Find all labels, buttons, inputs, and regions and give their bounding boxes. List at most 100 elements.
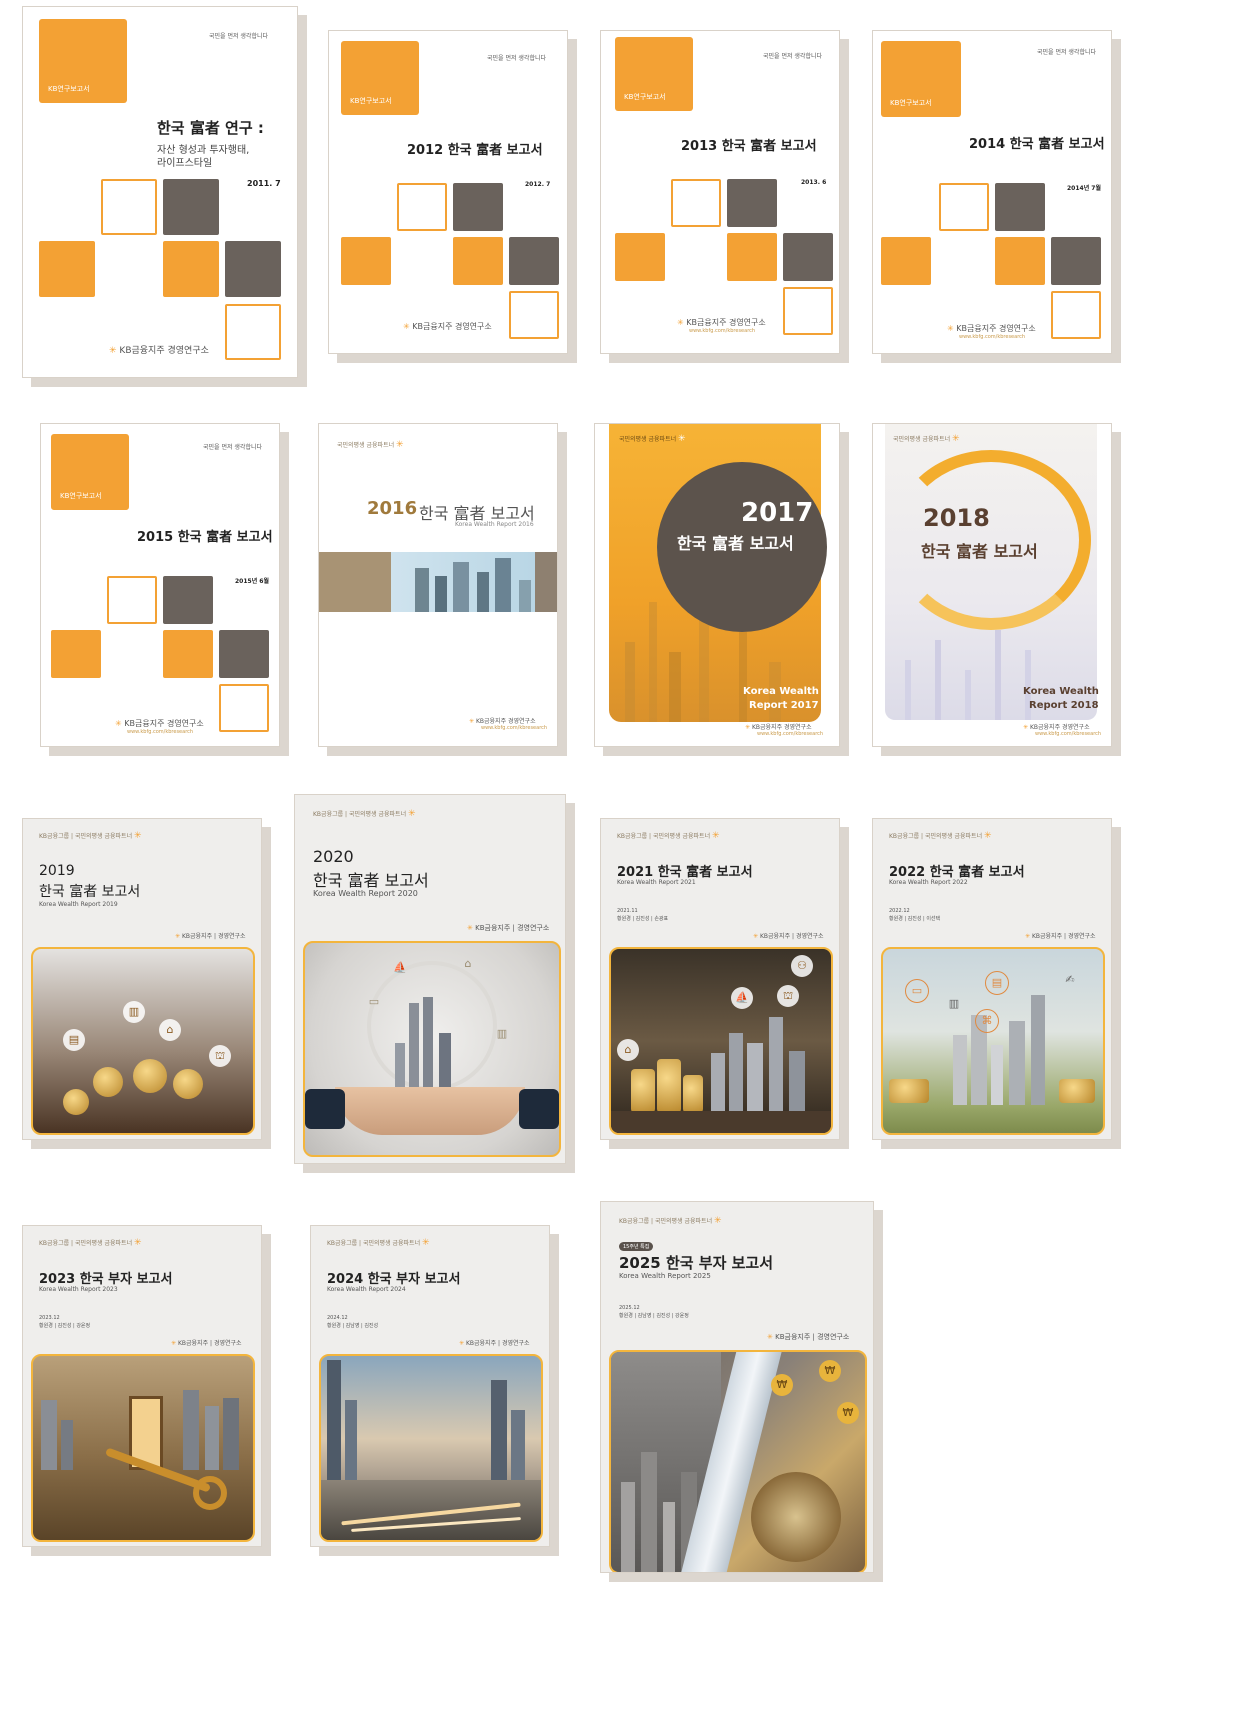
key-bow xyxy=(193,1476,227,1510)
kb-group-logo: KB금융그룹 | 국민의평생 금융파트너 ✳ xyxy=(39,831,142,841)
cover-photo-city-coins: ⌂ ⛫ ⛵ ⚇ xyxy=(609,947,833,1135)
won-coin-icon: ₩ xyxy=(837,1402,859,1424)
kb-institute-logo: ✳ KB금융지주 경영연구소 www.kbfg.com/kbresearch xyxy=(745,724,824,737)
kb-institute-logo: ✳ KB금융지주 경영연구소 www.kbfg.com/kbresearch xyxy=(1023,724,1102,737)
building xyxy=(991,1045,1003,1105)
report-cover-2017[interactable]: 국민의평생 금융파트너 ✳ 2017 한국 富者 보고서 Korea Wealt… xyxy=(594,423,840,747)
square-orange xyxy=(39,241,95,297)
cover-title: 2025 한국 부자 보고서 xyxy=(619,1254,774,1272)
cover-subtitle: Korea Wealth Report 2016 xyxy=(455,521,534,528)
kb-star-icon: ✳ xyxy=(767,1333,773,1341)
square-orange xyxy=(341,237,391,285)
report-cover-2019[interactable]: KB금융그룹 | 국민의평생 금융파트너 ✳ 2019 한국 富者 보고서 Ko… xyxy=(22,818,262,1140)
cover-title: 2014 한국 富者 보고서 xyxy=(969,137,1105,152)
bank-icon: ⛫ xyxy=(777,985,799,1007)
kb-star-icon: ✳ xyxy=(947,324,954,333)
building xyxy=(621,1482,635,1572)
building xyxy=(41,1400,57,1470)
cover-english-line2: Report 2018 xyxy=(1029,700,1099,711)
report-cover-2016[interactable]: 국민의평생 금융파트너 ✳ 2016 한국 富者 보고서 Korea Wealt… xyxy=(318,423,558,747)
square-dark xyxy=(163,179,219,235)
cover-photo-city-sketch: ▭ ▥ ⌘ ▤ ✍ xyxy=(881,947,1105,1135)
coin-stack xyxy=(133,1059,167,1093)
boat-icon: ⛵ xyxy=(393,961,407,974)
building xyxy=(519,580,531,612)
tower xyxy=(423,997,433,1093)
kb-star-icon: ✳ xyxy=(467,924,473,932)
tagline: 국민을 먼저 생각합니다 xyxy=(209,33,269,40)
coin-stack xyxy=(657,1059,681,1113)
report-cover-2012[interactable]: KB연구보고서 국민을 먼저 생각합니다 2012 한국 富者 보고서 2012… xyxy=(328,30,568,354)
kb-group-logo: KB금융그룹 | 국민의평생 금융파트너 ✳ xyxy=(39,1238,142,1248)
report-cover-2011[interactable]: KB연구보고서 국민을 먼저 생각합니다 한국 富者 연구 : 자산 형성과 투… xyxy=(22,6,298,378)
kb-star-icon: ✳ xyxy=(459,1340,465,1347)
cover-english-line1: Korea Wealth xyxy=(1023,686,1099,697)
report-cover-2014[interactable]: KB연구보고서 국민을 먼저 생각합니다 2014 한국 富者 보고서 2014… xyxy=(872,30,1112,354)
kb-slogan-logo: 국민의평생 금융파트너 ✳ xyxy=(337,440,404,450)
coin-stack xyxy=(683,1075,703,1113)
kb-report-block: KB연구보고서 xyxy=(51,434,129,510)
chart-icon: ▥ xyxy=(948,997,960,1010)
kb-group-logo: KB금융그룹 | 국민의평생 금융파트너 ✳ xyxy=(619,1216,722,1226)
cover-year: 2018 xyxy=(923,504,990,532)
cover-year: 2016 xyxy=(367,498,418,519)
square-dark xyxy=(219,630,269,678)
cover-photo-page-turn: ₩ ₩ ₩ xyxy=(609,1350,867,1572)
building xyxy=(625,642,635,722)
bank-icon: ⛫ xyxy=(209,1045,231,1067)
kb-holding-logo: ✳ KB금융지주 | 경영연구소 xyxy=(467,924,550,932)
building xyxy=(495,558,511,612)
tagline: 국민을 먼저 생각합니다 xyxy=(203,444,263,451)
cover-photo-city-road xyxy=(319,1354,543,1542)
chart-icon: ▥ xyxy=(496,1027,508,1040)
report-cover-2021[interactable]: KB금융그룹 | 국민의평생 금융파트너 ✳ 2021 한국 富者 보고서 Ko… xyxy=(600,818,840,1140)
report-cover-2018[interactable]: 국민의평생 금융파트너 ✳ 2018 한국 富者 보고서 Korea Wealt… xyxy=(872,423,1112,747)
square-dark xyxy=(995,183,1045,231)
kb-star-icon: ✳ xyxy=(175,933,181,940)
square-outline xyxy=(107,576,157,624)
report-cover-2015[interactable]: KB연구보고서 국민을 먼저 생각합니다 2015 한국 富者 보고서 2015… xyxy=(40,423,280,747)
kb-star-icon: ✳ xyxy=(422,1238,430,1248)
report-cover-2013[interactable]: KB연구보고서 국민을 먼저 생각합니다 2013 한국 富者 보고서 2013… xyxy=(600,30,840,354)
tagline: 국민을 먼저 생각합니다 xyxy=(487,55,547,62)
report-cover-2025[interactable]: KB금융그룹 | 국민의평생 금융파트너 ✳ 15주년 특집 2025 한국 부… xyxy=(600,1201,874,1573)
report-cover-2020[interactable]: KB금융그룹 | 국민의평생 금융파트너 ✳ 2020 한국 富者 보고서 Ko… xyxy=(294,794,566,1164)
kb-star-icon: ✳ xyxy=(1023,724,1029,731)
kb-institute-logo: ✳ KB금융지주 경영연구소 www.kbfg.com/kbresearch xyxy=(115,719,204,735)
kb-star-icon: ✳ xyxy=(677,318,684,327)
kb-report-label: KB연구보고서 xyxy=(350,97,392,105)
square-outline xyxy=(1051,291,1101,339)
kb-star-icon: ✳ xyxy=(134,831,142,841)
square-dark xyxy=(163,576,213,624)
report-cover-2023[interactable]: KB금융그룹 | 국민의평생 금융파트너 ✳ 2023 한국 부자 보고서 Ko… xyxy=(22,1225,262,1547)
gift-icon: ⌘ xyxy=(975,1009,999,1033)
square-dark xyxy=(783,233,833,281)
kb-report-block: KB연구보고서 xyxy=(615,37,693,111)
building xyxy=(61,1420,73,1470)
square-dark xyxy=(727,179,777,227)
cover-photo-coins: ▤ ▥ ⌂ ⛫ xyxy=(31,947,255,1135)
cover-subtitle: Korea Wealth Report 2019 xyxy=(39,901,118,908)
table-surface xyxy=(611,1111,831,1133)
clock-gears xyxy=(751,1472,841,1562)
report-cover-2024[interactable]: KB금융그룹 | 국민의평생 금융파트너 ✳ 2024 한국 부자 보고서 Ko… xyxy=(310,1225,550,1547)
kb-slogan-logo: 국민의평생 금융파트너 ✳ xyxy=(893,434,960,444)
square-outline xyxy=(783,287,833,335)
report-cover-2022[interactable]: KB금융그룹 | 국민의평생 금융파트너 ✳ 2022 한국 富者 보고서 Ko… xyxy=(872,818,1112,1140)
cover-meta: 2022.12 황원경 | 김진성 | 이선택 xyxy=(889,908,941,922)
cover-title: 한국 富者 보고서 xyxy=(921,542,1038,561)
cover-subtitle: Korea Wealth Report 2021 xyxy=(617,879,696,886)
kb-star-icon: ✳ xyxy=(115,719,122,728)
cover-photo-hands-city: ⛵ ⌂ ▭ ▥ xyxy=(303,941,561,1157)
kb-star-icon: ✳ xyxy=(745,724,751,731)
kb-holding-logo: ✳ KB금융지주 | 경영연구소 xyxy=(767,1333,850,1341)
building xyxy=(953,1035,967,1105)
won-coin-icon: ₩ xyxy=(819,1360,841,1382)
cover-date: 2014년 7월 xyxy=(1067,185,1102,192)
kb-holding-logo: ✳ KB금융지주 | 경영연구소 xyxy=(175,933,246,940)
kb-star-icon: ✳ xyxy=(952,434,960,444)
cover-meta: 2023.12 황원경 | 김진성 | 강윤정 xyxy=(39,1315,91,1329)
building xyxy=(327,1360,341,1480)
square-dark xyxy=(509,237,559,285)
kb-holding-logo: ✳ KB금융지주 | 경영연구소 xyxy=(171,1340,242,1347)
